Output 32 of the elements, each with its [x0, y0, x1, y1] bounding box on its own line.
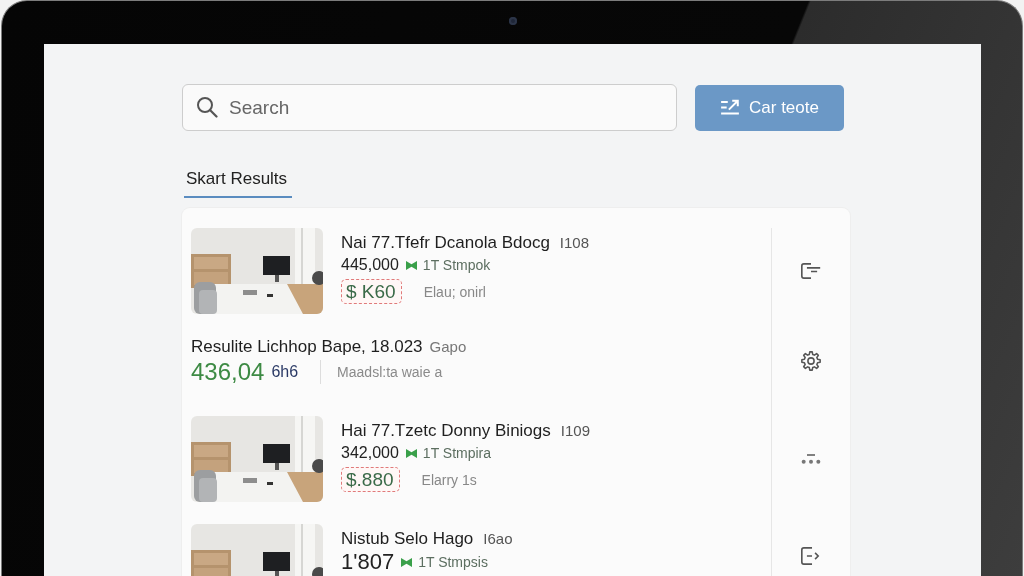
listing-code: I109: [560, 422, 590, 439]
listing-tag: 1T Stmpsis: [418, 554, 488, 570]
listing-title: Nistub Selo Hago: [341, 529, 474, 548]
listing-tag: 1T Stmpira: [422, 445, 492, 461]
price-badge: $ K60: [341, 279, 402, 304]
listing-title: Nai 77.Tfefr Dcanola Bdocg: [341, 233, 550, 252]
listing-tag: 1T Stmpok: [422, 257, 491, 273]
summary-title: Resulite Lichhop Bape, 18.023: [191, 337, 423, 356]
bowtie-icon: [401, 557, 413, 567]
lines-arrow-icon: [720, 98, 741, 117]
listing-price: 1'807: [341, 550, 395, 574]
search-icon: [196, 96, 218, 118]
listing-note: Elau; onirl: [423, 283, 486, 300]
bowtie-icon: [405, 260, 417, 270]
price-badge: $.880: [341, 467, 400, 492]
listing-code: I108: [559, 234, 590, 251]
settings-icon[interactable]: [801, 351, 821, 371]
bracket-arrow-icon[interactable]: [801, 546, 821, 566]
summary-amount: 436,04: [191, 358, 265, 386]
camera-icon: [508, 17, 517, 25]
summary-unit: 6h6: [271, 363, 299, 381]
listing-price: 445,000: [341, 256, 399, 274]
results-tab[interactable]: Skart Results: [184, 169, 293, 198]
listing-code: I6ao: [483, 530, 513, 547]
listing-price: 342,000: [341, 444, 399, 462]
summary-note: Maadsl:ta waie a: [337, 364, 443, 380]
listing-note: Elarry 1s: [421, 471, 477, 488]
card-lines-icon[interactable]: [801, 261, 821, 281]
search-field[interactable]: Search: [182, 84, 677, 131]
listing-title: Hai 77.Tzetc Donny Biniogs: [341, 421, 551, 440]
bowtie-icon: [405, 448, 417, 458]
summary-suffix: Gapo: [429, 338, 467, 355]
